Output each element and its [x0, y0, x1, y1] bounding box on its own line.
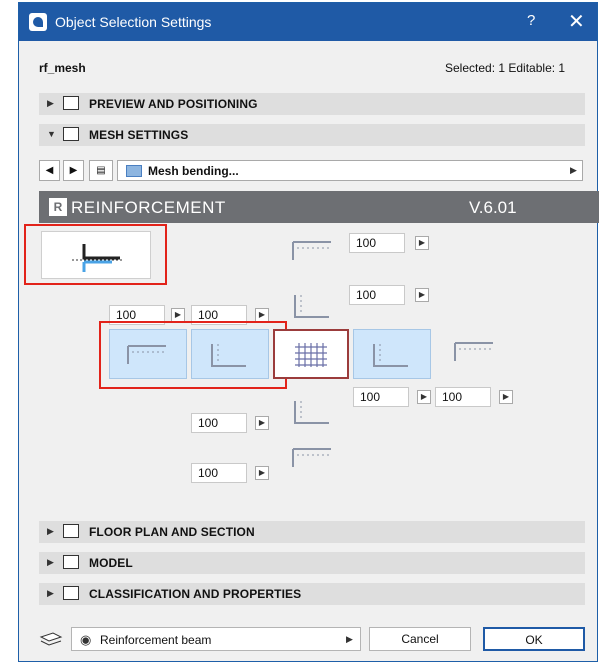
side-bend-glyph — [373, 344, 408, 367]
section-floor-plan-and-section[interactable]: ▶ FLOOR PLAN AND SECTION — [39, 521, 585, 543]
page-label: Mesh bending... — [148, 164, 239, 178]
section-label: PREVIEW AND POSITIONING — [89, 97, 258, 111]
model-icon — [63, 555, 79, 569]
window-title: Object Selection Settings — [55, 14, 212, 30]
classification-icon — [63, 586, 79, 600]
left-value-menu-2[interactable]: ▶ — [255, 308, 269, 322]
app-icon — [29, 13, 47, 31]
layer-dropdown[interactable]: ◉ Reinforcement beam ▶ — [71, 627, 361, 651]
version-label: V.6.01 — [469, 198, 517, 217]
preview-icon — [63, 96, 79, 110]
top-bend-glyph — [292, 241, 331, 260]
right-value-menu-2[interactable]: ▶ — [499, 390, 513, 404]
reinforcement-logo: R — [49, 198, 67, 216]
top-value-field-1[interactable]: 100 — [349, 233, 405, 253]
section-preview-and-positioning[interactable]: ▶ PREVIEW AND POSITIONING — [39, 93, 585, 115]
top-bend-glyph — [454, 342, 493, 361]
eye-icon: ◉ — [80, 632, 92, 647]
bottom-value-menu-1[interactable]: ▶ — [255, 416, 269, 430]
object-selection-dialog: Object Selection Settings ? ✕ rf_mesh Se… — [18, 2, 599, 662]
reinforcement-banner: R REINFORCEMENT V.6.01 — [39, 191, 599, 223]
layer-icon — [39, 631, 63, 647]
prev-page-button[interactable]: ◀ — [39, 160, 60, 181]
mesh-grid-icon — [295, 343, 327, 367]
page-selector-dropdown[interactable]: Mesh bending... ▶ — [117, 160, 583, 181]
side-bend-glyph — [294, 401, 329, 424]
collapse-arrow-icon: ▼ — [47, 129, 56, 139]
top-value-field-2[interactable]: 100 — [349, 285, 405, 305]
title-bar[interactable]: Object Selection Settings ? ✕ — [19, 3, 597, 41]
expand-arrow-icon: ▶ — [47, 526, 54, 536]
ok-button[interactable]: OK — [483, 627, 585, 651]
section-label: CLASSIFICATION AND PROPERTIES — [89, 587, 302, 601]
left-value-menu-1[interactable]: ▶ — [171, 308, 185, 322]
bottom-value-field-1[interactable]: 100 — [191, 413, 247, 433]
floor-plan-icon — [63, 524, 79, 538]
section-label: MODEL — [89, 556, 133, 570]
close-button[interactable]: ✕ — [568, 9, 585, 34]
section-label: MESH SETTINGS — [89, 128, 189, 142]
section-model[interactable]: ▶ MODEL — [39, 552, 585, 574]
expand-arrow-icon: ▶ — [47, 588, 54, 598]
dropdown-arrow-icon: ▶ — [570, 165, 577, 175]
help-button[interactable]: ? — [527, 12, 535, 29]
bend-type-icon — [126, 165, 142, 177]
object-name: rf_mesh — [39, 61, 86, 75]
section-classification-and-properties[interactable]: ▶ CLASSIFICATION AND PROPERTIES — [39, 583, 585, 605]
section-mesh-settings[interactable]: ▼ MESH SETTINGS — [39, 124, 585, 146]
mesh-grid-tile[interactable] — [273, 329, 349, 379]
dropdown-arrow-icon: ▶ — [346, 634, 353, 644]
next-page-button[interactable]: ▶ — [63, 160, 84, 181]
expand-arrow-icon: ▶ — [47, 98, 54, 108]
right-value-menu-1[interactable]: ▶ — [417, 390, 431, 404]
highlight-frame-bend-type — [24, 224, 167, 285]
section-label: FLOOR PLAN AND SECTION — [89, 525, 255, 539]
banner-title: REINFORCEMENT — [71, 198, 226, 217]
right-value-field-1[interactable]: 100 — [353, 387, 409, 407]
favorites-icon[interactable]: ▤ — [89, 160, 113, 181]
top-value-menu-2[interactable]: ▶ — [415, 288, 429, 302]
expand-arrow-icon: ▶ — [47, 557, 54, 567]
mesh-settings-icon — [63, 127, 79, 141]
bottom-value-menu-2[interactable]: ▶ — [255, 466, 269, 480]
top-bend-glyph — [292, 448, 331, 467]
highlight-frame-left-tiles — [99, 321, 287, 389]
side-bend-glyph — [294, 295, 329, 318]
top-value-menu-1[interactable]: ▶ — [415, 236, 429, 250]
cancel-button[interactable]: Cancel — [369, 627, 471, 651]
selection-status: Selected: 1 Editable: 1 — [445, 61, 566, 75]
right-value-field-2[interactable]: 100 — [435, 387, 491, 407]
layer-name: Reinforcement beam — [100, 633, 212, 647]
right-bend-tile-side[interactable] — [353, 329, 431, 379]
bottom-value-field-2[interactable]: 100 — [191, 463, 247, 483]
